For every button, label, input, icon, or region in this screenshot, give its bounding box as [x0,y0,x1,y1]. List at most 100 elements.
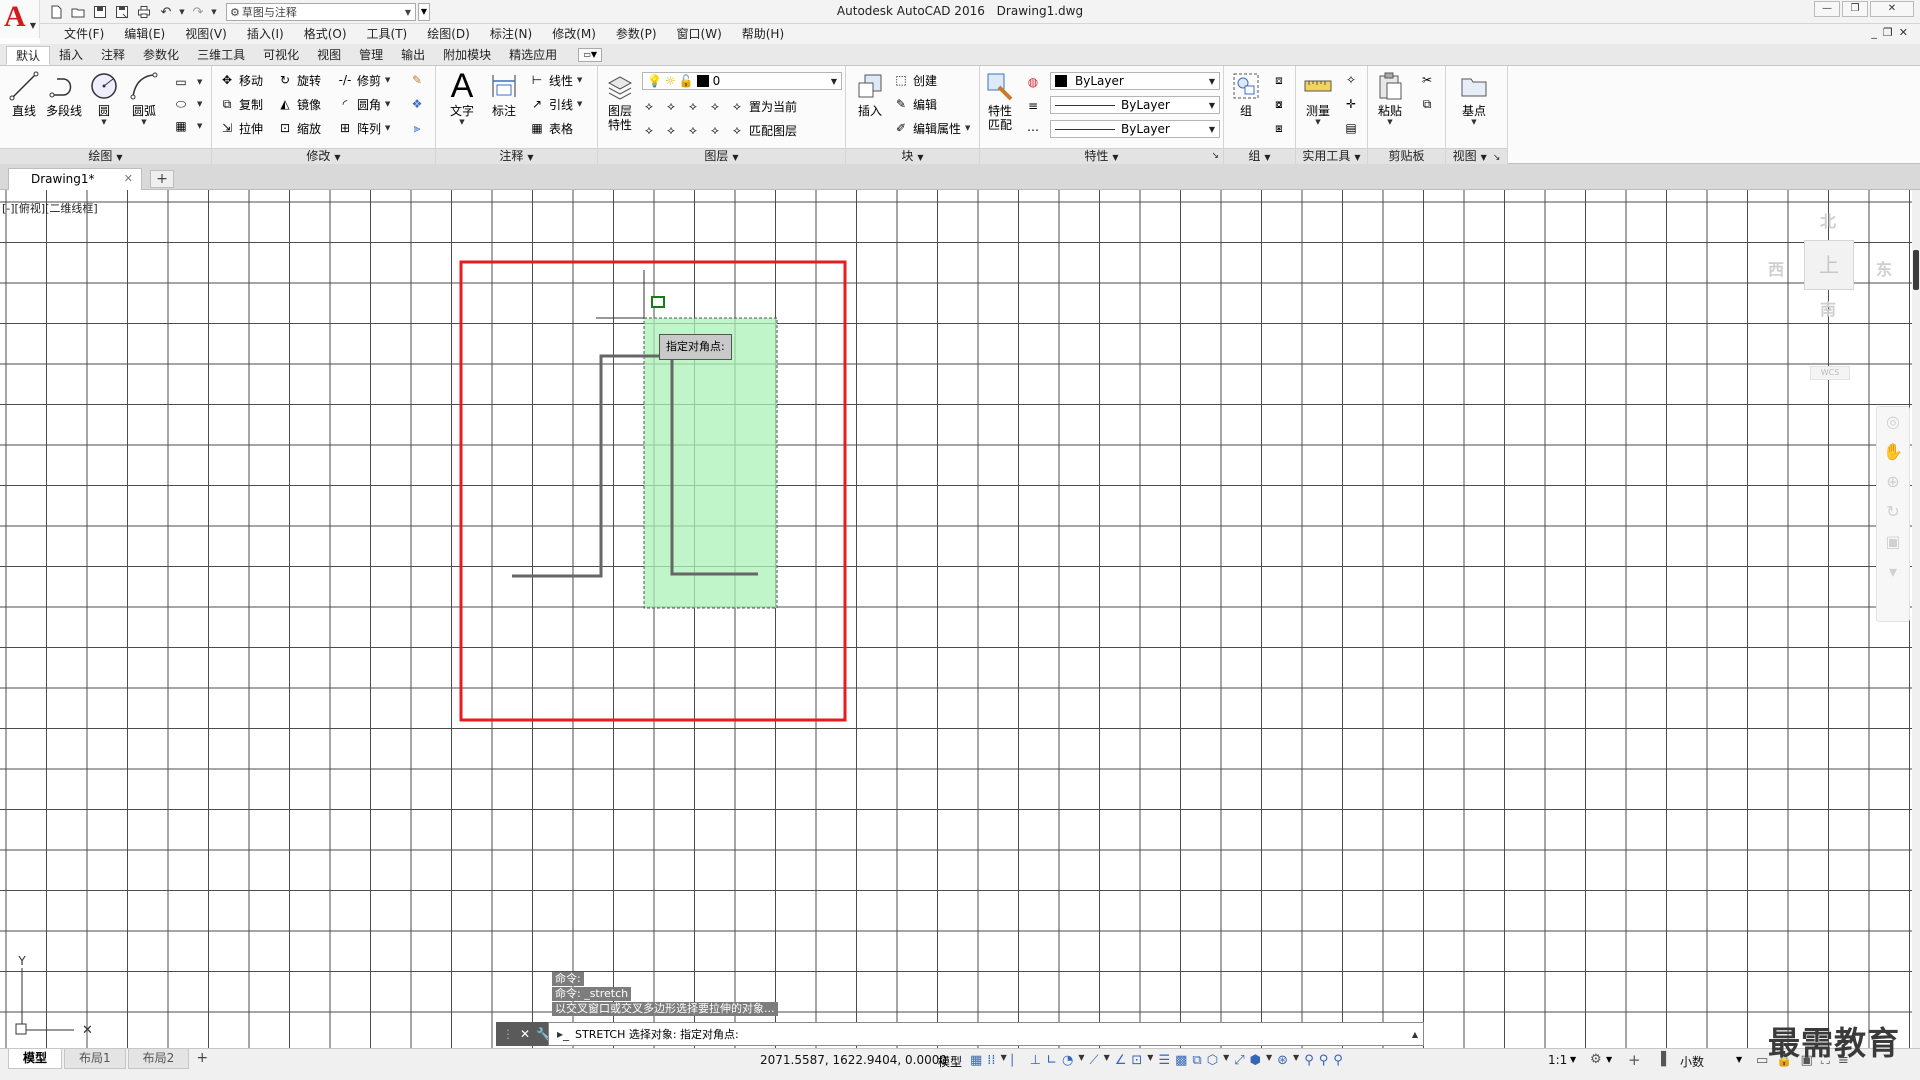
group-select-button[interactable]: ⧆ [1270,118,1291,138]
tab-view[interactable]: 视图 [308,46,350,65]
paste-button[interactable]: 粘贴 ▼ [1370,68,1410,144]
menu-draw[interactable]: 绘图(D) [417,24,480,44]
workspace-gear-icon[interactable]: ⚙ [1590,1052,1602,1067]
lineweight-tool-button[interactable]: ≡ [1024,96,1045,116]
quick-select-button[interactable]: ✧ [1342,70,1363,90]
units-dropdown-icon[interactable]: ▼ [1736,1055,1742,1064]
menu-help[interactable]: 帮助(H) [732,24,794,44]
layer-tool-2[interactable]: ⟡ [662,96,683,116]
leader-button[interactable]: ↗ 引线 ▼ [528,94,582,114]
layer-dropdown[interactable]: 💡 ☼ 🔓 0 ▼ [642,72,842,90]
circle-button[interactable]: 圆 ▼ [84,68,124,144]
showmotion-icon[interactable]: ▣ [1877,527,1909,557]
match-properties-button[interactable]: 特性 匹配 [980,68,1020,144]
copy-clip-button[interactable]: ⧉ [1418,94,1439,114]
vertical-scrollbar[interactable] [1912,190,1920,1048]
panel-block-title[interactable]: 块 ▼ [846,148,979,164]
text-button[interactable]: A 文字 ▼ [442,67,482,144]
ribbon-minimize-button[interactable]: ▭▼ [578,48,603,62]
3d-osnap-icon[interactable]: ⬡ [1207,1053,1218,1068]
panel-groups-title[interactable]: 组 ▼ [1224,148,1295,164]
panel-layers-title[interactable]: 图层 ▼ [598,148,845,164]
layer-properties-button[interactable]: 图层 特性 [600,68,640,144]
close-icon[interactable]: ✕ [520,1027,530,1041]
layer-tool-3[interactable]: ⟡ [684,96,705,116]
application-menu-button[interactable]: A ▼ [0,0,40,38]
cut-button[interactable]: ✂ [1418,70,1439,90]
linear-button[interactable]: ⊢ 线性 ▼ [528,70,583,90]
annotation-monitor-icon[interactable]: + [1628,1051,1641,1069]
edit-block-button[interactable]: ✎ 编辑 [892,94,937,114]
units-value[interactable]: 小数 [1680,1053,1704,1070]
chevron-down-icon[interactable]: ▼ [1293,1053,1299,1068]
print-icon[interactable] [134,2,154,22]
model-space-toggle[interactable]: 模型 [938,1053,962,1070]
group-edit-button[interactable]: ⧇ [1270,94,1291,114]
trim-button[interactable]: -/- 修剪 ▼ [336,70,391,90]
linetype-dropdown[interactable]: ByLayer ▼ [1050,120,1220,138]
linetype-tool-button[interactable]: ⋯ [1024,120,1045,140]
wcs-menu[interactable]: WCS [1810,366,1850,380]
dynamic-ucs-icon[interactable]: ⤢ [1234,1053,1244,1068]
minimize-button[interactable]: — [1814,1,1840,17]
erase-button[interactable]: ✎ [408,70,429,90]
offset-button[interactable]: ⫸ [408,118,429,138]
polyline-button[interactable]: 多段线 [44,68,84,144]
table-button[interactable]: ▦ 表格 [528,118,573,138]
drawing-canvas[interactable]: Y ✕ [-][俯视][二维线框] 指定对角点: 北 南 西 东 上 WCS ◎… [0,190,1920,1048]
qat-customize-button[interactable]: ▼ [418,3,430,21]
layer-tool-8[interactable]: ⟡ [706,120,727,140]
edit-attributes-button[interactable]: ✐ 编辑属性 ▼ [892,118,970,138]
compass-west[interactable]: 西 [1768,256,1784,280]
viewport-controls[interactable]: [-][俯视][二维线框] [2,200,98,216]
viewcube[interactable]: 北 南 西 东 上 [1760,208,1900,320]
menu-view[interactable]: 视图(V) [175,24,237,44]
tab-layout2[interactable]: 布局2 [127,1049,190,1069]
chevron-down-icon[interactable]: ▼ [1078,1053,1084,1068]
rectangle-button[interactable]: ▭ ▼ [172,72,202,92]
cursor-coordinates[interactable]: 2071.5587, 1622.9404, 0.0000 [760,1053,947,1067]
panel-clipboard-title[interactable]: 剪贴板 [1368,148,1445,164]
isolate-objects-icon[interactable]: ▐ [1656,1052,1666,1067]
fillet-button[interactable]: ◜ 圆角 ▼ [336,94,391,114]
point-id-button[interactable]: ✛ [1342,94,1363,114]
explode-button[interactable]: ❖ [408,94,429,114]
close-button[interactable]: ✕ [1870,1,1914,17]
auto-scale-icon[interactable]: ⚲ [1319,1053,1329,1068]
compass-north[interactable]: 北 [1820,208,1836,232]
object-snap-icon[interactable]: ⊡ [1131,1053,1142,1068]
match-layer-button[interactable]: ⟡ 匹配图层 [728,120,797,140]
tab-insert[interactable]: 插入 [50,46,92,65]
rotate-button[interactable]: ↻ 旋转 [276,70,321,90]
dialog-launcher-icon[interactable]: ↘ [1211,149,1219,164]
lineweight-dropdown[interactable]: ByLayer ▼ [1050,96,1220,114]
viewcube-top-face[interactable]: 上 [1804,240,1854,290]
annotation-scale-value[interactable]: 1:1 [1548,1053,1567,1067]
redo-icon[interactable]: ↷ [188,2,208,22]
selection-cycling-icon[interactable]: ⧉ [1192,1053,1201,1068]
menu-file[interactable]: 文件(F) [54,24,114,44]
stretch-button[interactable]: ⇲ 拉伸 [218,118,263,138]
arc-button[interactable]: 圆弧 ▼ [124,68,164,144]
measure-button[interactable]: 测量 ▼ [1298,68,1338,144]
gizmo-icon[interactable]: ⊛ [1277,1053,1288,1068]
grid-icon[interactable]: ▦ [970,1053,982,1068]
compass-south[interactable]: 南 [1820,296,1836,320]
restore-button[interactable]: ❐ [1842,1,1868,17]
tab-3d-tools[interactable]: 三维工具 [188,46,254,65]
layer-tool-4[interactable]: ⟡ [706,96,727,116]
transparency-icon[interactable]: ▩ [1175,1053,1187,1068]
dimension-button[interactable]: 标注 [484,68,524,144]
chevron-up-icon[interactable]: ▲ [1407,1030,1423,1039]
steering-wheel-icon[interactable]: ◎ [1877,407,1909,437]
tab-annotate[interactable]: 注释 [92,46,134,65]
calculator-button[interactable]: ▤ [1342,118,1363,138]
selection-filter-icon[interactable]: ⬢ [1250,1053,1261,1068]
compass-east[interactable]: 东 [1876,256,1892,280]
tab-output[interactable]: 输出 [392,46,434,65]
scale-button[interactable]: ⊡ 缩放 [276,118,321,138]
layer-tool-6[interactable]: ⟡ [662,120,683,140]
set-current-button[interactable]: ⟡ 置为当前 [728,96,797,116]
ortho-icon[interactable]: ∟ [1046,1053,1057,1068]
orbit-icon[interactable]: ↻ [1877,497,1909,527]
